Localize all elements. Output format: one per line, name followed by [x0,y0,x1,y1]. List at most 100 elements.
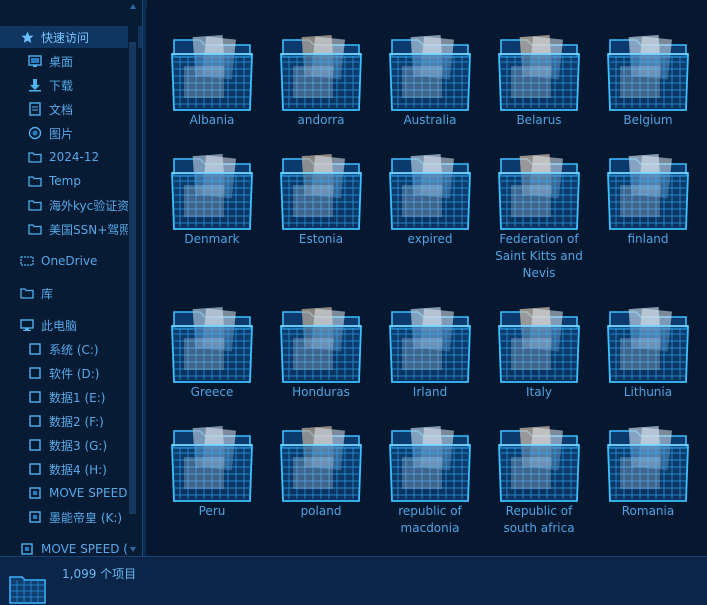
folder-icon [8,571,48,605]
drive-icon [28,438,42,452]
sidebar-item-drive-k[interactable]: 墨能帝皇 (K:) [0,506,142,528]
computer-icon [20,318,34,332]
sidebar-item-drive-g[interactable]: 数据3 (G:) [0,434,142,456]
sidebar-item-2024-12[interactable]: 2024-12 [0,146,142,168]
folder-name: Italy [525,385,553,399]
folder-item[interactable]: finland [596,153,700,248]
folder-item[interactable]: Australia [378,34,482,129]
folder-name: andorra [297,113,345,127]
sidebar-item-desktop[interactable]: 桌面 [0,50,142,72]
folder-name: Romania [621,504,675,518]
sidebar-item-label: 系统 (C:) [49,342,99,357]
sidebar-item-documents[interactable]: 文档 [0,98,142,120]
sidebar-item-label: 海外kyc验证资 [49,198,130,213]
folder-item[interactable]: republic of macdonia [378,425,482,537]
folder-item[interactable]: Belarus [487,34,591,129]
sidebar-item-label: OneDrive [41,254,98,268]
folder-icon [28,222,42,236]
sidebar-item-label: 下载 [49,78,74,93]
folder-item[interactable]: Irland [378,306,482,401]
folder-item[interactable]: Italy [487,306,591,401]
file-explorer-window: 快速访问 桌面 下载 文档 图片 2024-12 Temp 海外kyc验证资 美… [0,0,707,605]
sidebar-item-label: 软件 (D:) [49,366,100,381]
folder-name: Greece [190,385,234,399]
sidebar-item-label: 此电脑 [41,318,78,333]
folder-name: Belgium [623,113,673,127]
sidebar-scrollbar[interactable] [128,0,138,556]
folder-item[interactable]: poland [269,425,373,520]
usb-drive-icon [28,510,42,524]
folder-item[interactable]: Albania [160,34,264,129]
sidebar-item-label: 数据4 (H:) [49,462,107,477]
usb-drive-icon [20,542,34,556]
status-bar: 1,099 个项目 [0,556,707,605]
sidebar-item-drive-e[interactable]: 数据1 (E:) [0,386,142,408]
folder-item[interactable]: Peru [160,425,264,520]
folder-item[interactable]: Estonia [269,153,373,248]
scrollbar-thumb[interactable] [129,42,136,514]
folder-name: Australia [403,113,457,127]
folder-icon [495,306,583,384]
library-icon [20,286,34,300]
folder-item[interactable]: Federation of Saint Kitts and Nevis [487,153,591,282]
sidebar-item-drive-f[interactable]: 数据2 (F:) [0,410,142,432]
sidebar-item-drive-move-speed[interactable]: MOVE SPEED [0,482,142,504]
folder-name: republic of macdonia [398,504,462,535]
sidebar-item-this-pc[interactable]: 此电脑 [0,314,142,336]
folder-icon [495,34,583,112]
sidebar-item-pictures[interactable]: 图片 [0,122,142,144]
folder-name: Peru [198,504,226,518]
sidebar-item-drive-c[interactable]: 系统 (C:) [0,338,142,360]
sidebar-item-drive-h[interactable]: 数据4 (H:) [0,458,142,480]
folder-name: Estonia [298,232,344,246]
sidebar-item-label: 桌面 [49,54,74,69]
sidebar-item-onedrive[interactable]: OneDrive [0,250,142,272]
sidebar-item-external-move-speed[interactable]: MOVE SPEED ( [0,538,142,556]
drive-icon [28,414,42,428]
sidebar-item-label: 文档 [49,102,74,117]
folder-item[interactable]: Denmark [160,153,264,248]
item-count: 1,099 个项目 [62,567,137,581]
folder-icon [168,425,256,503]
sidebar-item-drive-d[interactable]: 软件 (D:) [0,362,142,384]
usb-drive-icon [28,486,42,500]
folder-name: Lithunia [623,385,673,399]
drive-icon [28,390,42,404]
folder-name: Albania [189,113,235,127]
folder-icon [604,425,692,503]
folder-item[interactable]: Romania [596,425,700,520]
folder-icon [277,425,365,503]
folder-name: Belarus [516,113,562,127]
folder-item[interactable]: andorra [269,34,373,129]
folder-icon [386,34,474,112]
folder-item[interactable]: Republic of south africa [487,425,591,537]
folder-name: expired [407,232,453,246]
scroll-up-arrow-icon[interactable] [130,4,136,9]
drive-icon [28,342,42,356]
sidebar-item-temp[interactable]: Temp [0,170,142,192]
sidebar-item-downloads[interactable]: 下载 [0,74,142,96]
scroll-down-arrow-icon[interactable] [130,547,136,552]
desktop-icon [28,54,42,68]
sidebar-item-ssn[interactable]: 美国SSN+驾照 [0,218,142,240]
folder-item[interactable]: Lithunia [596,306,700,401]
sidebar-item-label: 美国SSN+驾照 [49,222,132,237]
sidebar-item-kyc[interactable]: 海外kyc验证资 [0,194,142,216]
folder-icon [28,174,42,188]
folder-item[interactable]: expired [378,153,482,248]
sidebar-item-label: 快速访问 [41,30,90,45]
folder-item[interactable]: Honduras [269,306,373,401]
folder-item[interactable]: Belgium [596,34,700,129]
sidebar-item-label: 图片 [49,126,74,141]
picture-icon [28,126,42,140]
folder-icon [168,34,256,112]
sidebar-item-label: 数据3 (G:) [49,438,108,453]
folder-icon [28,198,42,212]
sidebar-item-library[interactable]: 库 [0,282,142,304]
sidebar-item-quick-access[interactable]: 快速访问 [0,26,142,48]
folder-item[interactable]: Greece [160,306,264,401]
folder-icon [168,153,256,231]
sidebar-item-label: 数据1 (E:) [49,390,106,405]
drive-icon [28,462,42,476]
folder-icon [386,306,474,384]
